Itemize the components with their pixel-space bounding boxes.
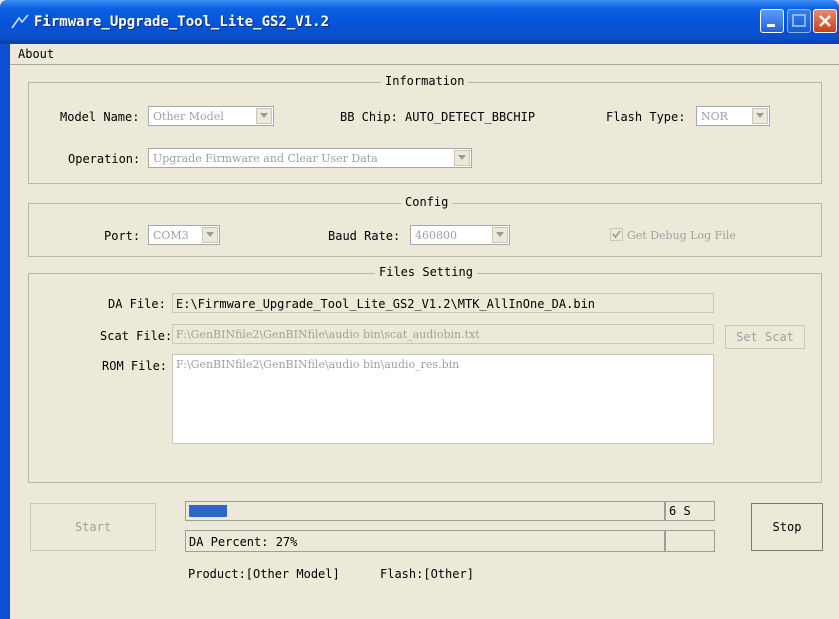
chevron-down-icon	[752, 108, 768, 124]
chevron-down-icon	[256, 108, 272, 124]
information-title: Information	[381, 74, 469, 88]
port-label: Port:	[104, 229, 141, 243]
progress-fill	[189, 505, 227, 517]
start-button[interactable]: Start	[30, 503, 156, 551]
debug-log-label: Get Debug Log File	[627, 229, 736, 242]
files-setting-title: Files Setting	[375, 265, 477, 279]
da-file-label: DA File:	[108, 297, 166, 311]
debug-log-checkbox[interactable]	[610, 228, 623, 241]
menu-bar: About	[10, 44, 839, 64]
information-group: Information	[28, 74, 822, 184]
maximize-button[interactable]	[787, 9, 811, 33]
rom-file-value: F:\GenBINfile2\GenBINfile\audio bin\audi…	[176, 358, 460, 371]
chevron-down-icon	[202, 227, 218, 243]
chevron-down-icon	[454, 150, 470, 166]
check-icon	[612, 230, 621, 239]
da-file-field[interactable]: E:\Firmware_Upgrade_Tool_Lite_GS2_V1.2\M…	[172, 293, 714, 313]
status-side-box	[665, 530, 715, 552]
model-name-value: Other Model	[153, 110, 224, 123]
baud-rate-value: 460800	[415, 229, 457, 242]
baud-rate-label: Baud Rate:	[328, 229, 401, 243]
progress-bar	[185, 501, 665, 521]
stop-button[interactable]: Stop	[751, 503, 823, 551]
window-title: Firmware_Upgrade_Tool_Lite_GS2_V1.2	[34, 14, 330, 30]
bb-chip-text: BB Chip: AUTO_DETECT_BBCHIP	[340, 110, 536, 124]
model-name-select[interactable]: Other Model	[148, 106, 274, 126]
da-file-value: E:\Firmware_Upgrade_Tool_Lite_GS2_V1.2\M…	[176, 297, 596, 311]
elapsed-time: 6 S	[669, 504, 691, 518]
scat-file-label: Scat File:	[100, 329, 173, 343]
minimize-button[interactable]	[760, 9, 784, 33]
port-value: COM3	[153, 229, 189, 242]
product-text: Product:[Other Model]	[188, 567, 340, 581]
port-select[interactable]: COM3	[148, 225, 220, 245]
baud-rate-select[interactable]: 460800	[410, 225, 510, 245]
flash-type-label: Flash Type:	[606, 110, 686, 124]
maximize-icon	[792, 14, 806, 27]
status-text: DA Percent: 27%	[189, 535, 298, 549]
model-name-label: Model Name:	[60, 110, 140, 124]
elapsed-time-box: 6 S	[665, 501, 715, 521]
menu-about[interactable]: About	[18, 47, 54, 61]
flash-type-select[interactable]: NOR	[696, 106, 770, 126]
rom-file-list[interactable]: F:\GenBINfile2\GenBINfile\audio bin\audi…	[172, 354, 714, 444]
app-icon	[11, 14, 29, 29]
flash-type-value: NOR	[701, 110, 728, 123]
operation-value: Upgrade Firmware and Clear User Data	[153, 152, 378, 165]
flash-text: Flash:[Other]	[380, 567, 474, 581]
set-scat-button[interactable]: Set Scat	[725, 325, 805, 349]
config-title: Config	[401, 195, 453, 209]
rom-file-label: ROM File:	[102, 359, 168, 373]
title-bar[interactable]: Firmware_Upgrade_Tool_Lite_GS2_V1.2	[0, 0, 839, 44]
status-box: DA Percent: 27%	[185, 530, 665, 552]
close-button[interactable]	[813, 9, 837, 33]
close-icon	[819, 15, 831, 27]
scat-file-value: F:\GenBINfile2\GenBINfile\audio bin\scat…	[176, 328, 480, 341]
minimize-icon	[767, 24, 775, 27]
window-border	[0, 44, 10, 619]
menu-separator	[10, 64, 839, 65]
chevron-down-icon	[492, 227, 508, 243]
operation-select[interactable]: Upgrade Firmware and Clear User Data	[148, 148, 472, 168]
operation-label: Operation:	[68, 152, 141, 166]
scat-file-field[interactable]: F:\GenBINfile2\GenBINfile\audio bin\scat…	[172, 324, 714, 344]
